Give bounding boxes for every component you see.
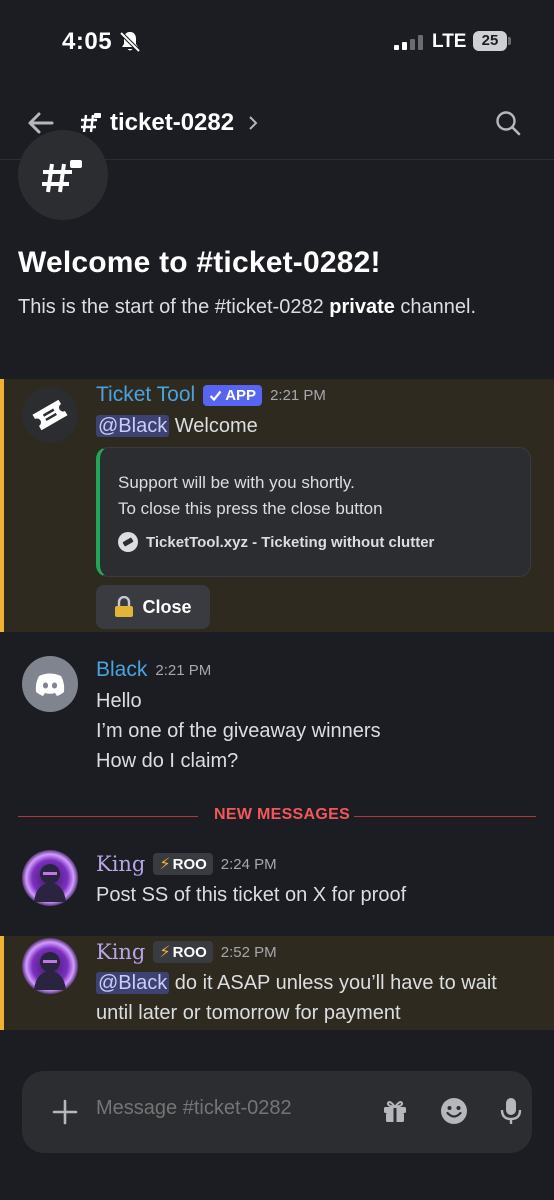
- battery-icon: 25: [473, 31, 507, 51]
- battery-cap: [508, 37, 511, 45]
- role-tag: ⚡ ROO: [153, 941, 213, 963]
- user-mention[interactable]: @Black: [96, 415, 170, 437]
- channel-name: ticket-0282: [110, 109, 235, 136]
- role-tag-label: ROO: [172, 943, 207, 961]
- avatar[interactable]: [22, 387, 78, 443]
- channel-lock-hash-icon: [81, 113, 101, 133]
- embed-footer-text: TicketTool.xyz - Ticketing without clutt…: [146, 533, 435, 551]
- timestamp: 2:52 PM: [220, 943, 277, 961]
- verified-check-icon: [209, 390, 222, 401]
- tickettool-footer-icon: [118, 532, 138, 552]
- message-ticket-tool[interactable]: Ticket Tool APP 2:21 PM @Black Welcome S…: [0, 379, 554, 632]
- embed-footer: TicketTool.xyz - Ticketing without clutt…: [118, 532, 434, 552]
- close-button-label: Close: [142, 596, 192, 617]
- avatar[interactable]: [22, 850, 78, 906]
- channel-welcome-title: Welcome to #ticket-0282!: [18, 246, 381, 279]
- embed-line: To close this press the close button: [118, 499, 383, 518]
- channel-title[interactable]: ticket-0282: [80, 109, 260, 137]
- message-header: Ticket Tool APP 2:21 PM: [96, 383, 326, 407]
- app-tag: APP: [203, 384, 263, 406]
- role-tag: ⚡ ROO: [153, 853, 213, 875]
- message-composer: [22, 1071, 532, 1153]
- discord-logo-icon: [35, 673, 65, 696]
- user-mention[interactable]: @Black: [96, 972, 170, 994]
- network-label: LTE: [432, 31, 467, 52]
- emoji-icon[interactable]: [440, 1097, 468, 1125]
- avatar[interactable]: [22, 938, 78, 994]
- message-header: King ⚡ ROO 2:24 PM: [96, 852, 277, 876]
- subtitle-text-end: channel.: [394, 296, 477, 318]
- message-text: Post SS of this ticket on X for proof: [96, 884, 407, 906]
- ticket-icon: [32, 399, 68, 431]
- channel-welcome-subtitle: This is the start of the #ticket-0282 pr…: [18, 296, 476, 319]
- message-content: @Black do it ASAP unless you’ll have to …: [96, 968, 497, 1028]
- role-tag-label: ROO: [172, 855, 207, 873]
- author-name[interactable]: King: [96, 940, 145, 964]
- embed-description: Support will be with you shortly. To clo…: [118, 470, 383, 522]
- search-icon[interactable]: [494, 109, 522, 137]
- message-text: do it ASAP unless you’ll have to wait: [169, 972, 497, 994]
- bell-off-icon: [119, 31, 141, 53]
- message-content: Post SS of this ticket on X for proof: [96, 880, 406, 910]
- message-header: Black 2:21 PM: [96, 658, 211, 682]
- timestamp: 2:21 PM: [270, 386, 326, 404]
- plus-icon[interactable]: [52, 1099, 78, 1125]
- message-content: Hello I’m one of the giveaway winners Ho…: [96, 686, 381, 776]
- new-messages-divider: NEW MESSAGES: [18, 806, 536, 826]
- channel-icon: [18, 130, 108, 220]
- timestamp: 2:21 PM: [155, 661, 212, 679]
- message-text: Welcome: [169, 415, 258, 437]
- message-king[interactable]: King ⚡ ROO 2:24 PM Post SS of this ticke…: [0, 846, 554, 926]
- message-input[interactable]: [96, 1097, 356, 1120]
- message-king-mention[interactable]: King ⚡ ROO 2:52 PM @Black do it ASAP unl…: [0, 936, 554, 1030]
- author-name[interactable]: Ticket Tool: [96, 383, 195, 407]
- status-bar: 4:05 LTE 25: [0, 0, 554, 86]
- new-messages-label: NEW MESSAGES: [214, 806, 351, 823]
- gift-icon[interactable]: [382, 1098, 408, 1124]
- clock: 4:05: [62, 28, 113, 55]
- close-ticket-button[interactable]: Close: [96, 585, 210, 629]
- message-line: until later or tomorrow for payment: [96, 1002, 401, 1024]
- lightning-icon: ⚡: [159, 944, 171, 961]
- subtitle-text: This is the start of the #ticket-0282: [18, 296, 330, 318]
- message-header: King ⚡ ROO 2:52 PM: [96, 940, 277, 964]
- lock-icon: [115, 596, 134, 617]
- hash-lock-icon: [42, 160, 82, 193]
- ninja-avatar-icon: [34, 952, 66, 990]
- app-tag-label: APP: [225, 386, 257, 404]
- message-line: Hello: [96, 690, 142, 712]
- signal-icon: [394, 34, 424, 50]
- author-name[interactable]: Black: [96, 658, 147, 682]
- subtitle-bold: private: [329, 296, 395, 318]
- author-name[interactable]: King: [96, 852, 145, 876]
- timestamp: 2:24 PM: [220, 855, 277, 873]
- embed-line: Support will be with you shortly.: [118, 473, 355, 492]
- message-line: How do I claim?: [96, 750, 239, 772]
- embed-card: Support will be with you shortly. To clo…: [96, 447, 531, 577]
- message-line: I’m one of the giveaway winners: [96, 720, 381, 742]
- avatar[interactable]: [22, 656, 78, 712]
- message-black[interactable]: Black 2:21 PM Hello I’m one of the givea…: [0, 646, 554, 786]
- microphone-icon[interactable]: [500, 1097, 522, 1125]
- message-content: @Black Welcome: [96, 411, 258, 441]
- ninja-avatar-icon: [34, 864, 66, 902]
- chevron-right-icon: [249, 116, 258, 130]
- lightning-icon: ⚡: [159, 856, 171, 873]
